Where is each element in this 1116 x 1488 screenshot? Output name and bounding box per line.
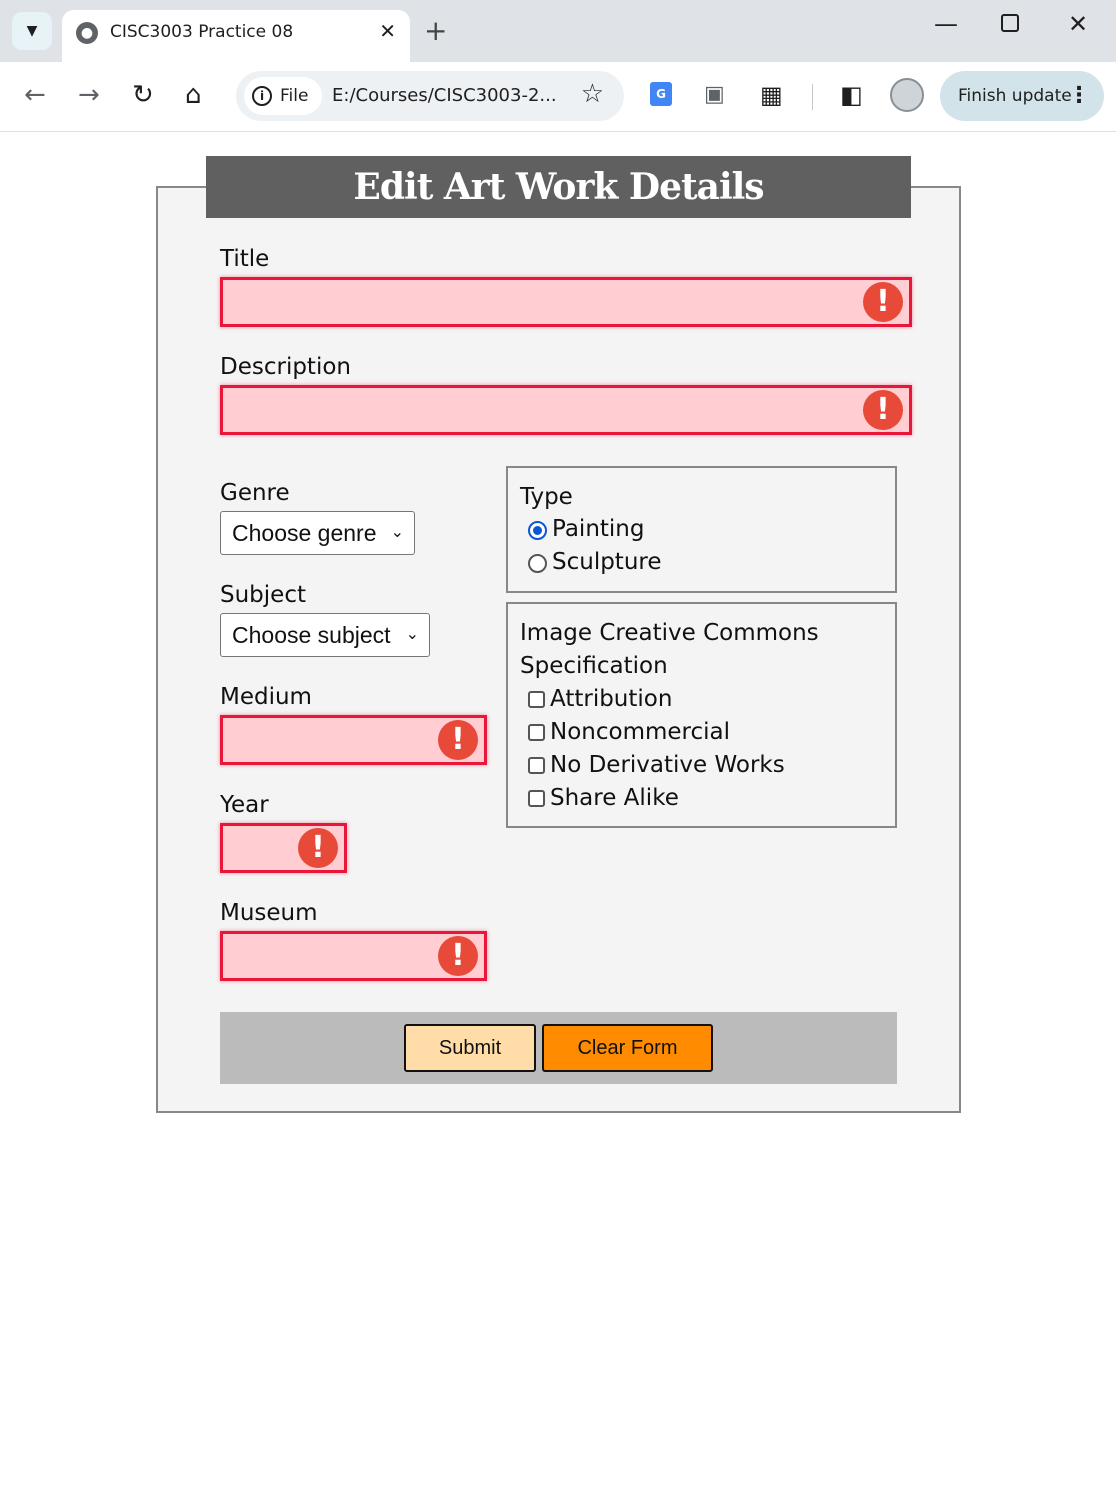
finish-update-label: Finish update — [958, 86, 1072, 106]
year-label: Year — [220, 792, 269, 818]
more-menu-icon[interactable]: ⋮ — [1068, 71, 1090, 121]
close-tab-icon[interactable]: ✕ — [379, 19, 396, 43]
attribution-label: Attribution — [550, 686, 673, 712]
share-alike-checkbox[interactable] — [528, 790, 545, 807]
type-fieldset: Type Painting Sculpture — [506, 466, 897, 593]
sculpture-radio[interactable] — [528, 554, 547, 573]
no-derivative-works-checkbox[interactable] — [528, 757, 545, 774]
home-icon[interactable]: ⌂ — [185, 80, 202, 110]
new-tab-icon[interactable]: + — [424, 14, 447, 48]
clear-form-button[interactable]: Clear Form — [542, 1024, 713, 1072]
back-arrow-icon[interactable]: ← — [24, 80, 46, 110]
museum-label: Museum — [220, 900, 318, 926]
info-icon: i — [252, 86, 272, 106]
url-text: E:/Courses/CISC3003-2... — [332, 85, 557, 106]
tab-search-button[interactable]: ▼ — [12, 12, 52, 50]
painting-radio[interactable] — [528, 521, 547, 540]
medium-input[interactable]: ! — [220, 715, 487, 765]
minimize-icon[interactable]: — — [934, 10, 958, 38]
license-fieldset: Image Creative Commons Specification Att… — [506, 602, 897, 828]
noncommercial-label: Noncommercial — [550, 719, 731, 745]
noncommercial-checkbox[interactable] — [528, 724, 545, 741]
screenshot-camera-icon[interactable]: ▣ — [704, 80, 725, 110]
genre-selected-value: Choose genre — [232, 520, 377, 546]
tab-strip: ▼ ● CISC3003 Practice 08 ✕ + — ✕ — [0, 0, 1116, 62]
license-legend-line1: Image Creative Commons — [520, 620, 819, 646]
reload-icon[interactable]: ↻ — [132, 80, 154, 110]
medium-label: Medium — [220, 684, 312, 710]
museum-input[interactable]: ! — [220, 931, 487, 981]
year-input[interactable]: ! — [220, 823, 347, 873]
toolbar-divider — [812, 84, 813, 110]
title-input[interactable]: ! — [220, 277, 912, 327]
genre-label: Genre — [220, 480, 290, 506]
finish-update-button[interactable]: Finish update ⋮ — [940, 71, 1104, 121]
site-info-label: File — [280, 86, 309, 106]
form-button-bar: Submit Clear Form — [220, 1012, 897, 1084]
chevron-down-icon: ▼ — [26, 23, 38, 39]
subject-label: Subject — [220, 582, 306, 608]
no-derivative-works-label: No Derivative Works — [550, 752, 785, 778]
title-label: Title — [220, 246, 270, 272]
share-alike-label: Share Alike — [550, 785, 679, 811]
close-window-icon[interactable]: ✕ — [1068, 10, 1088, 38]
subject-selected-value: Choose subject — [232, 622, 391, 648]
profile-avatar[interactable] — [890, 78, 924, 112]
genre-select[interactable]: Choose genre ⌄ — [220, 511, 415, 555]
form-heading: Edit Art Work Details — [206, 156, 911, 218]
painting-label: Painting — [552, 516, 645, 542]
submit-button[interactable]: Submit — [404, 1024, 536, 1072]
error-icon: ! — [863, 390, 903, 430]
sculpture-label: Sculpture — [552, 549, 662, 575]
error-icon: ! — [438, 720, 478, 760]
extensions-puzzle-icon[interactable]: ▦ — [760, 80, 783, 110]
maximize-icon[interactable] — [1001, 14, 1019, 32]
chevron-down-icon: ⌄ — [390, 524, 404, 541]
subject-select[interactable]: Choose subject ⌄ — [220, 613, 430, 657]
forward-arrow-icon[interactable]: → — [78, 80, 100, 110]
license-legend-line2: Specification — [520, 653, 668, 679]
chevron-down-icon: ⌄ — [405, 626, 419, 643]
address-bar[interactable]: i File E:/Courses/CISC3003-2... ☆ — [236, 71, 624, 121]
attribution-checkbox[interactable] — [528, 691, 545, 708]
error-icon: ! — [438, 936, 478, 976]
error-icon: ! — [863, 282, 903, 322]
google-translate-icon[interactable]: G — [650, 82, 672, 106]
bookmark-star-icon[interactable]: ☆ — [581, 79, 604, 109]
side-panel-icon[interactable]: ◧ — [840, 80, 863, 110]
active-tab[interactable]: ● CISC3003 Practice 08 ✕ — [62, 10, 410, 62]
type-legend: Type — [520, 484, 573, 510]
tab-title: CISC3003 Practice 08 — [110, 22, 294, 42]
description-label: Description — [220, 354, 351, 380]
globe-icon: ● — [76, 22, 98, 44]
browser-toolbar: ← → ↻ ⌂ i File E:/Courses/CISC3003-2... … — [0, 62, 1116, 132]
description-input[interactable]: ! — [220, 385, 912, 435]
site-info-chip[interactable]: i File — [244, 77, 322, 115]
error-icon: ! — [298, 828, 338, 868]
